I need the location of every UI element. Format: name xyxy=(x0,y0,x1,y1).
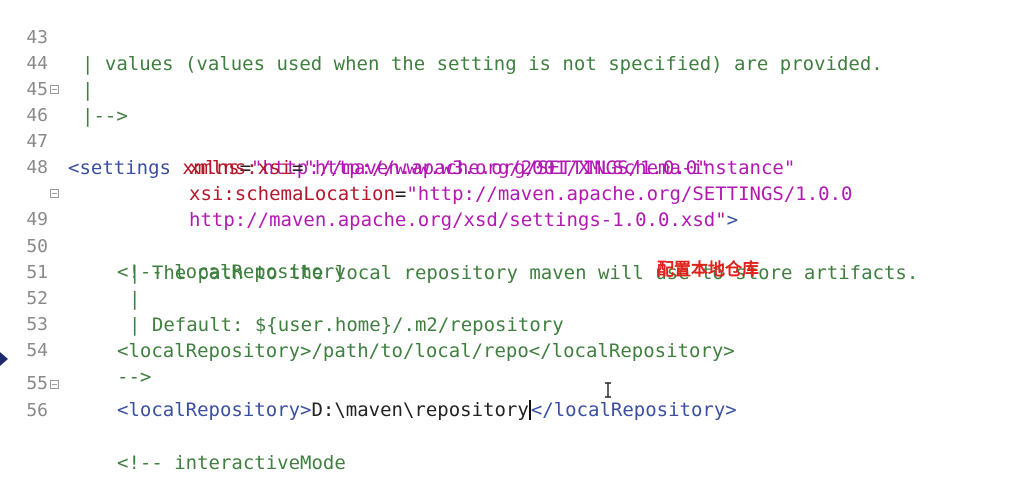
code-line[interactable]: 54 --> xyxy=(0,312,1019,388)
comment-text: <!-- interactiveMode xyxy=(117,452,346,474)
code-line[interactable]: 43 | values (values used when the settin… xyxy=(0,0,1019,75)
code-line[interactable]: 48 xsi:schemaLocation="http://maven.apac… xyxy=(0,129,1019,205)
line-number: 56 xyxy=(26,400,48,421)
code-line[interactable]: 53 <localRepository>/path/to/local/repo<… xyxy=(0,286,1019,362)
tag-content: D:\maven\repository xyxy=(311,399,529,421)
code-line[interactable]: 50 | The path to the local repository ma… xyxy=(0,208,1019,284)
tag-close: </localRepository> xyxy=(530,399,737,421)
code-line[interactable]: 56 <!-- interactiveMode xyxy=(0,372,1019,474)
code-line[interactable]: 51 | xyxy=(0,234,1019,310)
fold-toggle-icon[interactable] xyxy=(50,85,59,94)
current-line-marker-icon xyxy=(0,352,8,366)
fold-toggle-icon[interactable] xyxy=(50,189,59,198)
code-line[interactable]: 46 <settings xmlns="http://maven.apache.… xyxy=(0,77,1019,179)
fold-toggle-icon[interactable] xyxy=(50,380,59,389)
code-line-current[interactable]: 55 <localRepository>D:\maven\repository <… xyxy=(0,345,1019,421)
annotation-label: 配置本地仓库 xyxy=(657,260,759,280)
code-editor[interactable]: 43 | values (values used when the settin… xyxy=(0,0,1019,474)
text-cursor-icon xyxy=(605,382,611,398)
code-line[interactable]: 44 | xyxy=(0,25,1019,101)
code-line[interactable]: 52 | Default: ${user.home}/.m2/repositor… xyxy=(0,260,1019,336)
code-line[interactable]: 47 xmlns:xsi="http://www.w3.org/2001/XML… xyxy=(0,103,1019,179)
code-line[interactable]: 45 |--> xyxy=(0,51,1019,127)
tag-open: <localRepository> xyxy=(117,399,312,421)
code-line[interactable]: http://maven.apache.org/xsd/settings-1.0… xyxy=(0,155,1019,231)
code-line[interactable]: 49 <!-- localRepository xyxy=(0,181,1019,283)
